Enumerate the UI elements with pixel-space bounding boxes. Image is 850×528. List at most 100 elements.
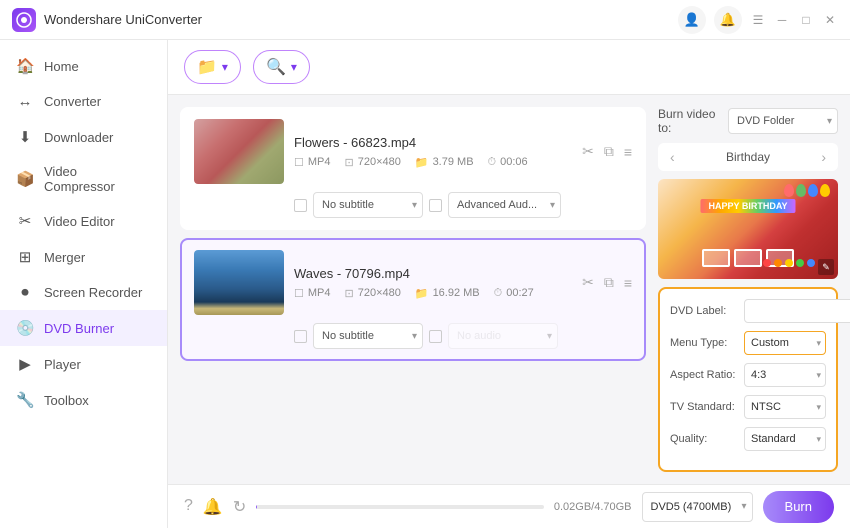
audio-select-1[interactable]: Advanced Aud... — [448, 192, 561, 218]
res-icon-2: ⊡ — [345, 287, 354, 300]
dot-1[interactable] — [763, 259, 771, 267]
sidebar-item-editor[interactable]: ✂ Video Editor — [0, 203, 167, 239]
dot-4[interactable] — [796, 259, 804, 267]
sidebar-label-editor: Video Editor — [44, 214, 115, 229]
file-resolution-1: ⊡ 720×480 — [345, 156, 401, 169]
sidebar-label-converter: Converter — [44, 94, 101, 109]
size-icon-1: 📁 — [415, 156, 429, 169]
frame-1 — [702, 249, 730, 267]
template-preview: HAPPY BIRTHDAY ✎ — [658, 179, 838, 279]
sidebar-label-downloader: Downloader — [44, 130, 113, 145]
audio-checkbox-2[interactable] — [429, 330, 442, 343]
cut-icon-1[interactable]: ✂ — [582, 143, 594, 160]
sidebar-item-recorder[interactable]: ⏺ Screen Recorder — [0, 275, 167, 310]
file-duration-2: ⏱ 00:27 — [494, 287, 534, 300]
audio-dropdown-1[interactable]: Advanced Aud... — [448, 192, 561, 218]
edit-template-button[interactable]: ✎ — [818, 259, 834, 275]
quality-select[interactable]: Standard High Low — [744, 427, 826, 451]
close-button[interactable]: ✕ — [822, 12, 838, 28]
menu-type-text: Menu Type: — [670, 337, 738, 349]
quality-row: Quality: Standard High Low — [670, 427, 826, 451]
subtitle-select-2[interactable]: No subtitle Add subtitle — [313, 323, 423, 349]
subtitle-dropdown-2[interactable]: No subtitle Add subtitle — [313, 323, 423, 349]
add-video-chevron: ▾ — [222, 60, 228, 74]
sidebar-item-downloader[interactable]: ⬇ Downloader — [0, 119, 167, 155]
file-header-2: Waves - 70796.mp4 ☐ MP4 ⊡ 720×480 — [194, 250, 632, 315]
sidebar-item-dvd[interactable]: 💿 DVD Burner — [0, 310, 167, 346]
next-template-button[interactable]: › — [817, 147, 830, 167]
audio-select-2[interactable]: No audio — [448, 323, 558, 349]
file-size-1: 📁 3.79 MB — [415, 156, 474, 169]
format-icon-1: ☐ — [294, 156, 304, 169]
burn-target-dropdown[interactable]: DVD Folder DVD Disc ISO File — [728, 108, 838, 134]
subtitle-checkbox-2[interactable] — [294, 330, 307, 343]
menu-icon-1[interactable]: ≡ — [624, 144, 632, 160]
progress-size-label: 0.02GB/4.70GB — [554, 501, 632, 513]
add-photo-button[interactable]: 🔍 ▾ — [253, 50, 310, 84]
audio-dropdown-2[interactable]: No audio — [448, 323, 558, 349]
dot-3[interactable] — [785, 259, 793, 267]
file-format-1: ☐ MP4 — [294, 156, 331, 169]
tv-standard-dropdown[interactable]: NTSC PAL — [744, 395, 826, 419]
tv-standard-text: TV Standard: — [670, 401, 738, 413]
menu-type-dropdown[interactable]: Custom None Default — [744, 331, 826, 355]
minimize-button[interactable]: ─ — [774, 12, 790, 28]
sidebar-item-player[interactable]: ▶ Player — [0, 346, 167, 382]
time-icon-2: ⏱ — [494, 287, 503, 300]
refresh-icon[interactable]: ↻ — [233, 497, 246, 517]
aspect-ratio-row: Aspect Ratio: 4:3 16:9 — [670, 363, 826, 387]
maximize-button[interactable]: □ — [798, 12, 814, 28]
aspect-ratio-dropdown[interactable]: 4:3 16:9 — [744, 363, 826, 387]
footer-icons: ? 🔔 ↻ — [184, 497, 246, 517]
sidebar-item-converter[interactable]: ↔ Converter — [0, 84, 167, 119]
sidebar: 🏠 Home ↔ Converter ⬇ Downloader 📦 Video … — [0, 40, 168, 528]
menu-icon-2[interactable]: ≡ — [624, 275, 632, 291]
notification-icon[interactable]: 🔔 — [203, 497, 223, 517]
burn-button[interactable]: Burn — [763, 491, 834, 523]
copy-icon-1[interactable]: ⧉ — [604, 143, 614, 160]
dvd-label-input[interactable] — [744, 299, 850, 323]
menu-type-select[interactable]: Custom None Default — [744, 331, 826, 355]
downloader-icon: ⬇ — [16, 128, 34, 146]
audio-checkbox-1[interactable] — [429, 199, 442, 212]
subtitle-checkbox-1[interactable] — [294, 199, 307, 212]
file-item-1: Flowers - 66823.mp4 ☐ MP4 ⊡ 720×480 — [180, 107, 646, 230]
disc-select[interactable]: DVD5 (4700MB) DVD9 (8500MB) — [642, 492, 753, 522]
prev-template-button[interactable]: ‹ — [666, 147, 679, 167]
aspect-ratio-select[interactable]: 4:3 16:9 — [744, 363, 826, 387]
res-icon-1: ⊡ — [345, 156, 354, 169]
subtitle-select-1[interactable]: No subtitle Add subtitle — [313, 192, 423, 218]
compressor-icon: 📦 — [16, 170, 34, 188]
sidebar-item-merger[interactable]: ⊞ Merger — [0, 239, 167, 275]
file-meta-1: ☐ MP4 ⊡ 720×480 📁 3.79 MB — [294, 156, 572, 169]
dot-2[interactable] — [774, 259, 782, 267]
dot-5[interactable] — [807, 259, 815, 267]
toolbar: 📁 ▾ 🔍 ▾ — [168, 40, 850, 95]
copy-icon-2[interactable]: ⧉ — [604, 274, 614, 291]
add-video-button[interactable]: 📁 ▾ — [184, 50, 241, 84]
help-icon[interactable]: ? — [184, 497, 193, 517]
main-content: 📁 ▾ 🔍 ▾ Flowers - 66823. — [168, 40, 850, 528]
add-photo-chevron: ▾ — [291, 60, 297, 74]
quality-dropdown[interactable]: Standard High Low — [744, 427, 826, 451]
bell-icon[interactable]: 🔔 — [714, 6, 742, 34]
user-icon[interactable]: 👤 — [678, 6, 706, 34]
sidebar-label-home: Home — [44, 59, 79, 74]
birthday-banner: HAPPY BIRTHDAY — [700, 199, 795, 213]
sidebar-label-player: Player — [44, 357, 81, 372]
format-icon-2: ☐ — [294, 287, 304, 300]
burn-target-select[interactable]: DVD Folder DVD Disc ISO File — [728, 108, 838, 134]
burn-target-label: Burn video to: — [658, 107, 720, 135]
sidebar-item-toolbox[interactable]: 🔧 Toolbox — [0, 382, 167, 418]
tv-standard-select[interactable]: NTSC PAL — [744, 395, 826, 419]
cut-icon-2[interactable]: ✂ — [582, 274, 594, 291]
sidebar-label-toolbox: Toolbox — [44, 393, 89, 408]
disc-select-wrapper[interactable]: DVD5 (4700MB) DVD9 (8500MB) — [642, 492, 753, 522]
menu-icon[interactable]: ☰ — [750, 12, 766, 28]
frame-2 — [734, 249, 762, 267]
sidebar-item-compressor[interactable]: 📦 Video Compressor — [0, 155, 167, 203]
subtitle-dropdown-1[interactable]: No subtitle Add subtitle — [313, 192, 423, 218]
right-panel: Burn video to: DVD Folder DVD Disc ISO F… — [658, 107, 838, 472]
sidebar-label-merger: Merger — [44, 250, 85, 265]
sidebar-item-home[interactable]: 🏠 Home — [0, 48, 167, 84]
